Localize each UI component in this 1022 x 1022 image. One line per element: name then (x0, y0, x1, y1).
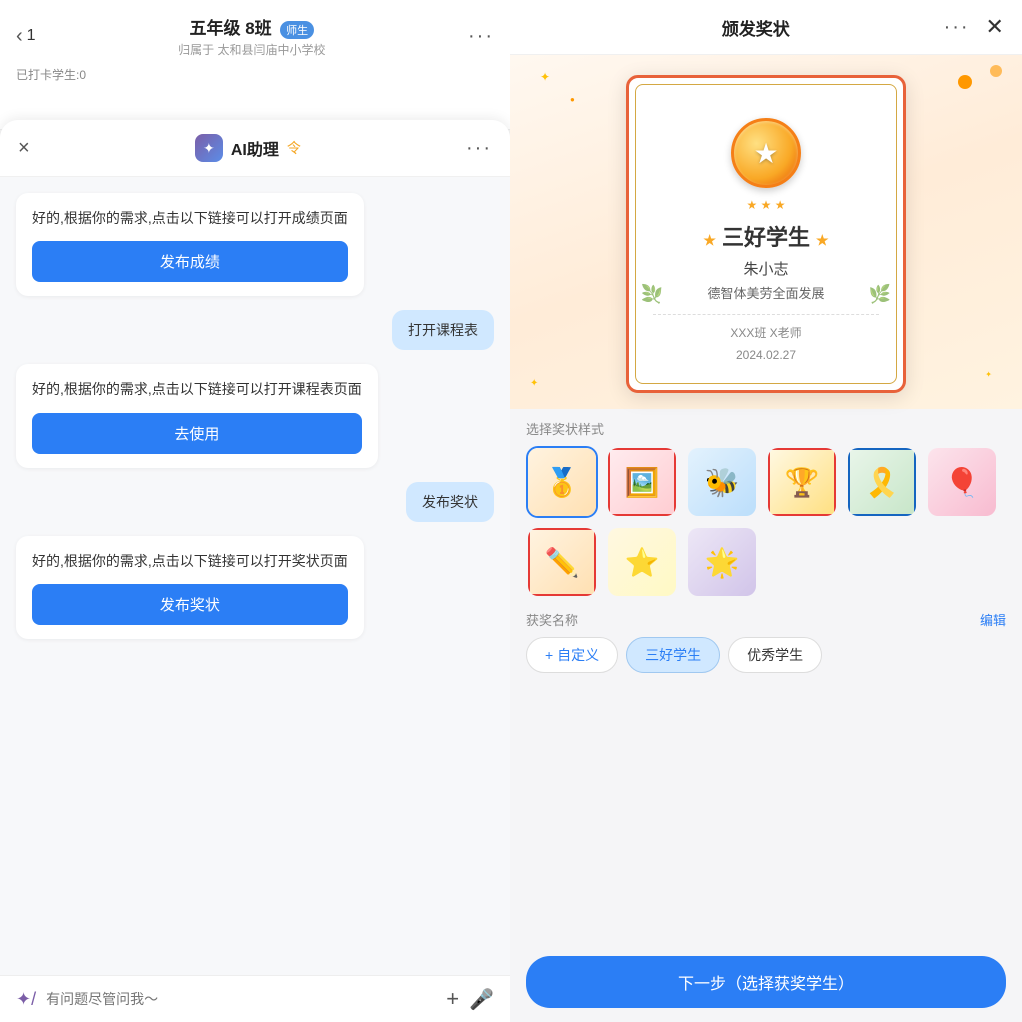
style-thumb-7: ✏️ (528, 528, 596, 596)
ai-more-button[interactable]: ··· (466, 137, 492, 160)
ai-title: AI助理 (231, 136, 279, 160)
style-thumb-1: 🥇 (528, 448, 596, 516)
style-item-7[interactable]: ✏️ (526, 526, 598, 598)
back-count: 1 (27, 27, 36, 45)
ai-close-button[interactable]: × (18, 137, 30, 160)
ai-input-bar: ✦/ + 🎤 (0, 975, 510, 1022)
back-button[interactable]: ‹ 1 (16, 25, 36, 48)
left-panel: ‹ 1 五年级 8班 师生 归属于 太和县闫庙中小学校 ··· 已打卡学生:0 … (0, 0, 510, 1022)
style-item-9[interactable]: 🌟 (686, 526, 758, 598)
style-thumb-3: 🐝 (688, 448, 756, 516)
ai-logo-icon: ✦ (195, 134, 223, 162)
cert-stars-row: ★ ★ ★ (653, 198, 879, 212)
publish-grades-button[interactable]: 发布成绩 (32, 241, 348, 282)
ai-title-row: ✦ AI助理 令 (195, 134, 301, 162)
style-item-3[interactable]: 🐝 (686, 446, 758, 518)
spacer (510, 681, 1022, 946)
plus-icon[interactable]: + (446, 986, 459, 1012)
cert-class-info: XXX班 X老师 2024.02.27 (653, 323, 879, 366)
style-item-1[interactable]: 🥇 (526, 446, 598, 518)
school-name: 归属于 太和县闫庙中小学校 (178, 41, 325, 58)
style-thumb-8: ⭐ (608, 528, 676, 596)
medal-star-icon: ★ (753, 137, 778, 170)
next-step-button[interactable]: 下一步（选择获奖学生） (526, 956, 1006, 1008)
user-text-2: 发布奖状 (422, 494, 478, 510)
bot-text-2: 好的,根据你的需求,点击以下链接可以打开课程表页面 (32, 378, 362, 400)
ai-messages: 好的,根据你的需求,点击以下链接可以打开成绩页面 发布成绩 打开课程表 好的,根… (0, 177, 510, 975)
class-more-button[interactable]: ··· (468, 25, 494, 48)
class-page-bg: ‹ 1 五年级 8班 师生 归属于 太和县闫庙中小学校 ··· 已打卡学生:0 (0, 0, 510, 130)
style-section: 选择奖状样式 🥇 🖼️ 🐝 🏆 🎗️ 🎈 ✏️ (510, 409, 1022, 604)
bot-message-3: 好的,根据你的需求,点击以下链接可以打开奖状页面 发布奖状 (16, 536, 364, 639)
style-thumb-9: 🌟 (688, 528, 756, 596)
style-thumb-2: 🖼️ (608, 448, 676, 516)
cert-award-title: 三好学生 (653, 220, 879, 252)
user-message-2: 发布奖状 (406, 482, 494, 522)
magic-icon: ✦/ (16, 989, 36, 1010)
wheat-left-icon: 🌿 (641, 284, 663, 305)
award-name-edit-button[interactable]: 编辑 (980, 610, 1006, 629)
class-tag: 师生 (280, 21, 314, 39)
checkin-info: 已打卡学生:0 (0, 64, 510, 85)
award-name-tags: + 自定义 三好学生 优秀学生 (526, 637, 1006, 673)
style-grid: 🥇 🖼️ 🐝 🏆 🎗️ 🎈 ✏️ ⭐ (526, 446, 1006, 598)
bot-text-3: 好的,根据你的需求,点击以下链接可以打开奖状页面 (32, 550, 348, 572)
style-item-4[interactable]: 🏆 (766, 446, 838, 518)
bot-text-1: 好的,根据你的需求,点击以下链接可以打开成绩页面 (32, 207, 348, 229)
medal-circle: ★ (731, 118, 801, 188)
style-label: 选择奖状样式 (526, 419, 1006, 438)
award-page-title: 颁发奖状 (722, 15, 790, 40)
sparkle-3: ✦ (530, 378, 538, 389)
bot-message-1: 好的,根据你的需求,点击以下链接可以打开成绩页面 发布成绩 (16, 193, 364, 296)
sparkle-2: ● (570, 95, 575, 104)
sparkle-4 (958, 75, 972, 89)
cert-description: 德智体美劳全面发展 (653, 283, 879, 302)
award-more-button[interactable]: ··· (944, 16, 970, 39)
class-header: ‹ 1 五年级 8班 师生 归属于 太和县闫庙中小学校 ··· (0, 0, 510, 64)
next-btn-area: 下一步（选择获奖学生） (510, 946, 1022, 1022)
cert-medal: ★ (726, 98, 806, 188)
class-title-block: 五年级 8班 师生 归属于 太和县闫庙中小学校 (178, 14, 325, 58)
certificate-preview-area: ✦ ● ✦ ✦ ★ 🌿 🌿 ★ ★ ★ 三好学生 朱小志 德智体 (510, 55, 1022, 409)
user-text-1: 打开课程表 (408, 322, 478, 338)
award-header-right: ··· ✕ (944, 14, 1004, 40)
ai-input-field[interactable] (46, 991, 436, 1007)
award-name-header: 获奖名称 编辑 (526, 610, 1006, 629)
style-thumb-5: 🎗️ (848, 448, 916, 516)
certificate-card: ★ 🌿 🌿 ★ ★ ★ 三好学生 朱小志 德智体美劳全面发展 XXX班 X老师 … (626, 75, 906, 393)
award-name-section: 获奖名称 编辑 + 自定义 三好学生 优秀学生 (510, 604, 1022, 681)
award-header: 颁发奖状 ··· ✕ (510, 0, 1022, 55)
go-use-button[interactable]: 去使用 (32, 413, 362, 454)
back-chevron-icon: ‹ (16, 25, 23, 48)
mic-icon[interactable]: 🎤 (469, 987, 494, 1012)
wheat-right-icon: 🌿 (869, 284, 891, 305)
award-close-button[interactable]: ✕ (986, 14, 1004, 40)
ai-header: × ✦ AI助理 令 ··· (0, 120, 510, 177)
cert-divider (653, 314, 879, 315)
cert-student-name: 朱小志 (653, 258, 879, 279)
style-thumb-4: 🏆 (768, 448, 836, 516)
publish-award-button[interactable]: 发布奖状 (32, 584, 348, 625)
style-item-5[interactable]: 🎗️ (846, 446, 918, 518)
sparkle-1: ✦ (540, 70, 550, 84)
bot-message-2: 好的,根据你的需求,点击以下链接可以打开课程表页面 去使用 (16, 364, 378, 467)
add-custom-tag[interactable]: + 自定义 (526, 637, 618, 673)
ai-lightning-icon: 令 (287, 138, 301, 158)
award-tag-youxiu[interactable]: 优秀学生 (728, 637, 822, 673)
style-item-6[interactable]: 🎈 (926, 446, 998, 518)
sparkle-5: ✦ (985, 370, 992, 379)
award-tag-sanhao[interactable]: 三好学生 (626, 637, 720, 673)
user-message-1: 打开课程表 (392, 310, 494, 350)
ai-panel: × ✦ AI助理 令 ··· 好的,根据你的需求,点击以下链接可以打开成绩页面 … (0, 120, 510, 1022)
style-item-2[interactable]: 🖼️ (606, 446, 678, 518)
award-name-label: 获奖名称 (526, 610, 578, 629)
style-item-8[interactable]: ⭐ (606, 526, 678, 598)
style-thumb-6: 🎈 (928, 448, 996, 516)
right-panel: 颁发奖状 ··· ✕ ✦ ● ✦ ✦ ★ 🌿 🌿 (510, 0, 1022, 1022)
class-name: 五年级 8班 (189, 19, 271, 38)
